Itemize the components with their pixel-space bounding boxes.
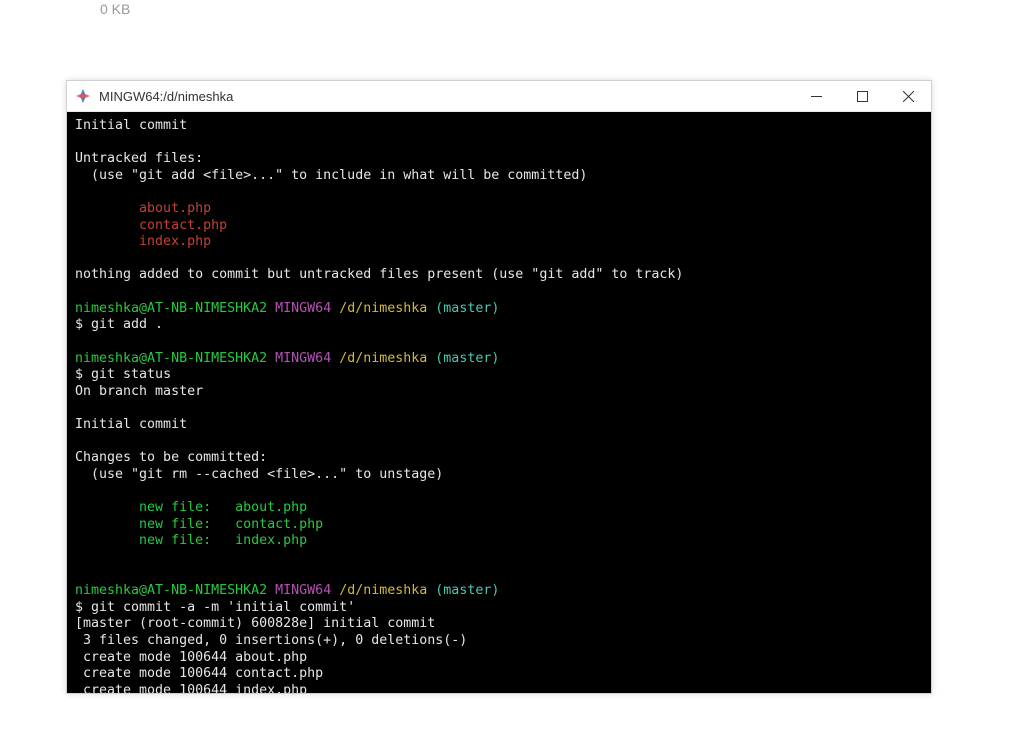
maximize-button[interactable]: [839, 81, 885, 111]
prompt-line: nimeshka@AT-NB-NIMESHKA2 MINGW64 /d/nime…: [75, 583, 499, 598]
output-line: Initial commit: [75, 417, 187, 432]
staged-file: new file: contact.php: [75, 517, 323, 532]
output-line: create mode 100644 contact.php: [75, 666, 323, 681]
window-title: MINGW64:/d/nimeshka: [99, 89, 793, 104]
prompt-path: /d/nimeshka: [339, 583, 427, 598]
output-line: On branch master: [75, 384, 203, 399]
output-line: [master (root-commit) 600828e] initial c…: [75, 616, 435, 631]
terminal-body[interactable]: Initial commit Untracked files: (use "gi…: [67, 112, 931, 693]
prompt-user: nimeshka@AT-NB-NIMESHKA2: [75, 351, 267, 366]
prompt-user: nimeshka@AT-NB-NIMESHKA2: [75, 583, 267, 598]
output-line: (use "git rm --cached <file>..." to unst…: [75, 467, 443, 482]
command-line: $ git add .: [75, 317, 163, 332]
command-line: $ git status: [75, 367, 171, 382]
app-icon: [75, 88, 91, 104]
prompt-line: nimeshka@AT-NB-NIMESHKA2 MINGW64 /d/nime…: [75, 301, 499, 316]
prompt-branch: (master): [435, 351, 499, 366]
prompt-dollar: $: [75, 367, 91, 382]
prompt-user: nimeshka@AT-NB-NIMESHKA2: [75, 301, 267, 316]
output-line: Untracked files:: [75, 151, 203, 166]
output-line: create mode 100644 about.php: [75, 650, 307, 665]
staged-file: new file: about.php: [75, 500, 307, 515]
untracked-file: index.php: [75, 234, 211, 249]
output-line: nothing added to commit but untracked fi…: [75, 267, 683, 282]
untracked-file: contact.php: [75, 218, 227, 233]
prompt-branch: (master): [435, 583, 499, 598]
minimize-button[interactable]: [793, 81, 839, 111]
output-line: 3 files changed, 0 insertions(+), 0 dele…: [75, 633, 467, 648]
prompt-shell: MINGW64: [275, 351, 331, 366]
terminal-window: MINGW64:/d/nimeshka Initial commit Untra…: [66, 80, 932, 694]
output-line: create mode 100644 index.php: [75, 683, 307, 693]
prompt-dollar: $: [75, 600, 91, 615]
prompt-path: /d/nimeshka: [339, 301, 427, 316]
command-text: git commit -a -m 'initial commit': [91, 600, 355, 615]
window-controls: [793, 81, 931, 111]
titlebar[interactable]: MINGW64:/d/nimeshka: [67, 81, 931, 112]
prompt-dollar: $: [75, 317, 91, 332]
prompt-branch: (master): [435, 301, 499, 316]
command-text: git add .: [91, 317, 163, 332]
command-text: git status: [91, 367, 171, 382]
command-line: $ git commit -a -m 'initial commit': [75, 600, 355, 615]
output-line: (use "git add <file>..." to include in w…: [75, 168, 587, 183]
output-line: Initial commit: [75, 118, 187, 133]
output-line: Changes to be committed:: [75, 450, 267, 465]
untracked-file: about.php: [75, 201, 211, 216]
file-size: 0 KB: [100, 0, 130, 18]
prompt-shell: MINGW64: [275, 301, 331, 316]
prompt-line: nimeshka@AT-NB-NIMESHKA2 MINGW64 /d/nime…: [75, 351, 499, 366]
prompt-path: /d/nimeshka: [339, 351, 427, 366]
staged-file: new file: index.php: [75, 533, 307, 548]
close-button[interactable]: [885, 81, 931, 111]
file-meta: 0 KB: [100, 0, 130, 18]
prompt-shell: MINGW64: [275, 583, 331, 598]
